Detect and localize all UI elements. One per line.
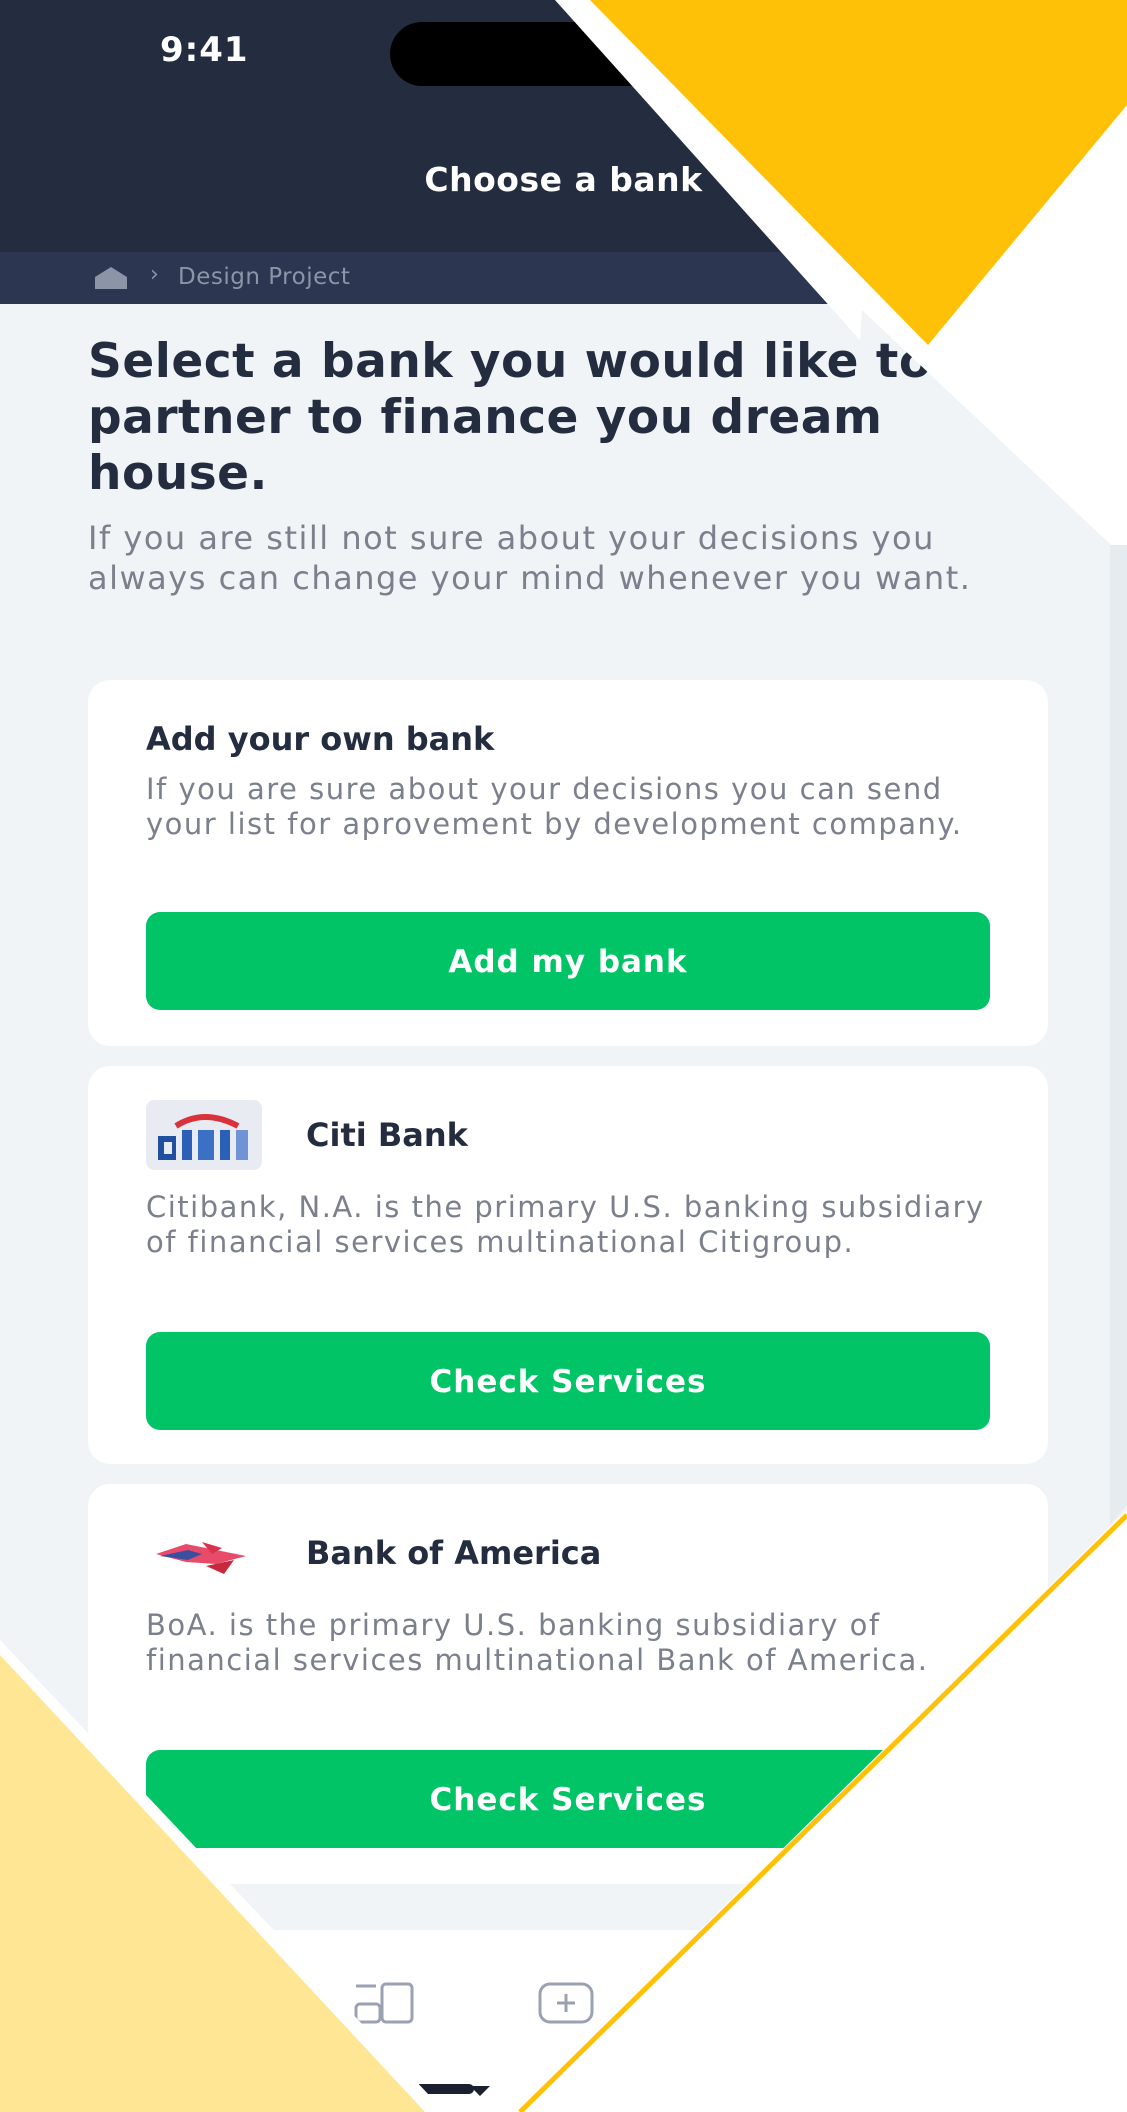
page-title: Choose a bank (424, 160, 703, 199)
home-indicator (374, 2084, 474, 2094)
bank-name: Citi Bank (306, 1116, 468, 1154)
check-services-button[interactable]: Check Services (146, 1332, 990, 1430)
bank-card-boa: Bank of America BoA. is the primary U.S.… (88, 1484, 1048, 1884)
bank-name: Bank of America (306, 1534, 602, 1572)
bank-description: Citibank, N.A. is the primary U.S. banki… (146, 1190, 985, 1259)
bank-card-citi: Citi Bank Citibank, N.A. is the primary … (88, 1066, 1048, 1464)
add-own-bank-card: Add your own bank If you are sure about … (88, 680, 1048, 1046)
home-icon[interactable] (94, 266, 128, 290)
dynamic-island (390, 22, 710, 86)
app-screen: 9:41 Choose a bank › Design Project Sele… (0, 0, 1127, 2112)
card-description: If you are sure about your decisions you… (146, 772, 963, 841)
breadcrumb (0, 252, 1127, 304)
intro-heading: Select a bank you would like to partner … (88, 334, 932, 501)
card-title: Add your own bank (146, 720, 495, 758)
breadcrumb-separator: › (150, 262, 159, 287)
bank-description: BoA. is the primary U.S. banking subsidi… (146, 1608, 929, 1677)
catalog-icon[interactable] (352, 1980, 416, 2026)
intro-description: If you are still not sure about your dec… (88, 519, 972, 597)
add-my-bank-button[interactable]: Add my bank (146, 912, 990, 1010)
check-services-button[interactable]: Check Services (146, 1750, 990, 1848)
boa-logo-icon (146, 1518, 262, 1588)
breadcrumb-current[interactable]: Design Project (178, 264, 350, 290)
home-icon[interactable] (166, 1980, 230, 2026)
header: 9:41 Choose a bank (0, 0, 1127, 252)
add-icon[interactable] (536, 1980, 600, 2026)
citi-logo-icon (146, 1100, 262, 1170)
status-time: 9:41 (160, 30, 249, 70)
